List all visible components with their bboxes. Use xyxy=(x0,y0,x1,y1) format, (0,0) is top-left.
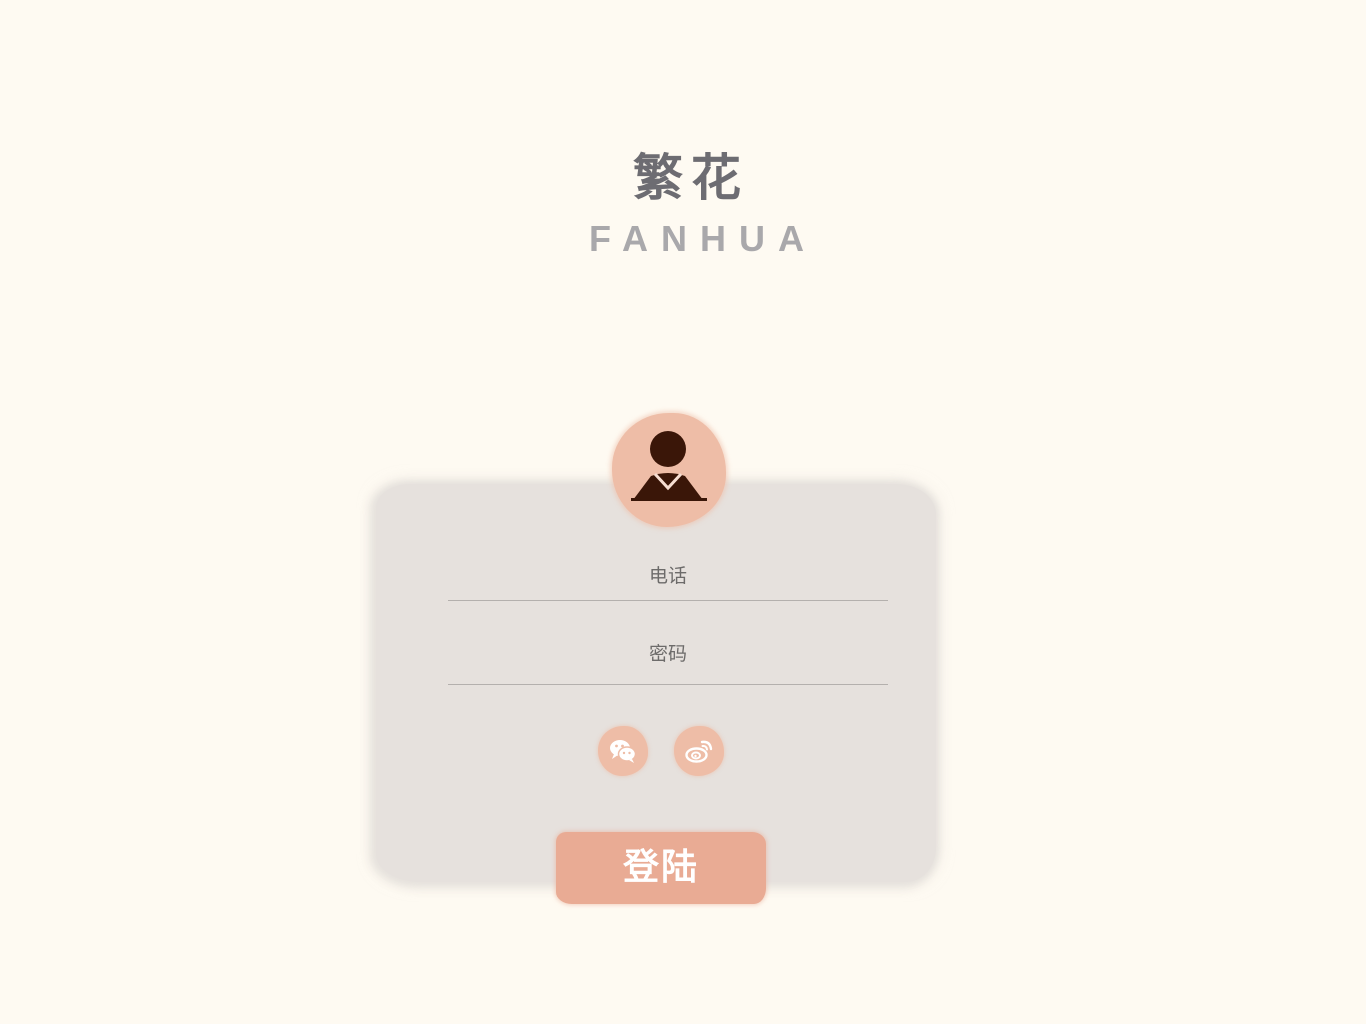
wechat-icon xyxy=(610,740,637,763)
login-button[interactable]: 登陆 xyxy=(556,832,766,904)
app-subtitle: FANHUA xyxy=(589,218,817,259)
weibo-login-button[interactable] xyxy=(674,726,724,776)
password-field[interactable]: 密码 xyxy=(448,636,888,685)
weibo-icon xyxy=(685,740,713,763)
phone-placeholder: 电话 xyxy=(648,565,687,587)
app-title: 繁花 xyxy=(633,149,749,207)
user-avatar-icon xyxy=(631,431,707,501)
password-placeholder: 密码 xyxy=(648,643,687,665)
phone-field[interactable]: 电话 xyxy=(448,558,888,601)
avatar xyxy=(612,413,726,527)
wechat-login-button[interactable] xyxy=(598,726,648,776)
